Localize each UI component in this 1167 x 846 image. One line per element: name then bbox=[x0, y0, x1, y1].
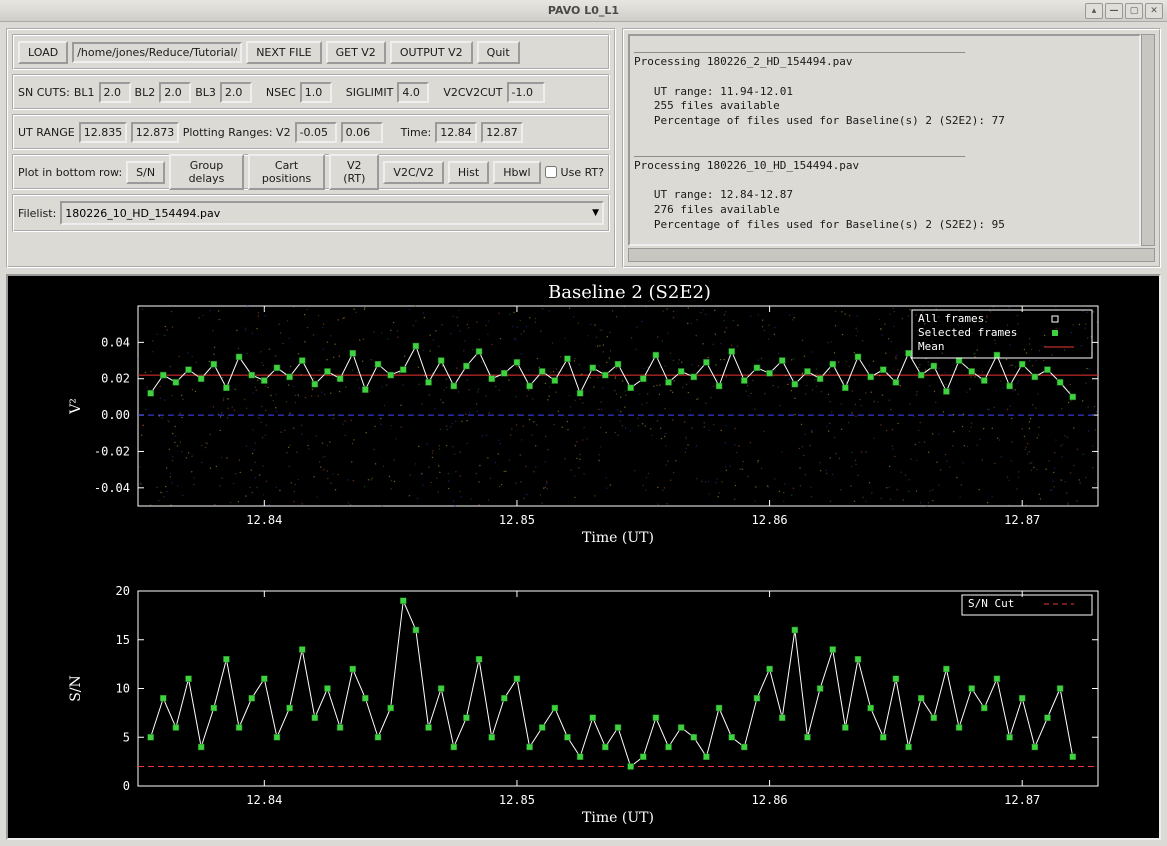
titlebar: PAVO L0_L1 ▴ — ▢ ✕ bbox=[0, 0, 1167, 22]
path-input[interactable] bbox=[72, 42, 242, 63]
svg-text:Time (UT): Time (UT) bbox=[582, 530, 654, 546]
svg-text:0: 0 bbox=[123, 779, 130, 793]
bl3-input[interactable] bbox=[220, 82, 252, 103]
load-button[interactable]: LOAD bbox=[18, 41, 68, 64]
svg-text:12.87: 12.87 bbox=[1004, 513, 1040, 527]
next-file-button[interactable]: NEXT FILE bbox=[246, 41, 321, 64]
plot-area: Baseline 2 (S2E2) -0.04 -0.02 0.00 0.02 0.04 1… bbox=[6, 274, 1161, 840]
time-label: Time: bbox=[401, 126, 432, 139]
svg-text:Time (UT): Time (UT) bbox=[582, 810, 654, 826]
row-load: LOAD NEXT FILE GET V2 OUTPUT V2 Quit bbox=[12, 34, 610, 70]
svg-text:-0.04: -0.04 bbox=[94, 481, 130, 495]
v2hi-input[interactable] bbox=[341, 122, 383, 143]
use-rt-checkbox[interactable] bbox=[545, 166, 557, 178]
chevron-down-icon[interactable]: ▼ bbox=[592, 208, 599, 218]
siglimit-input[interactable] bbox=[397, 82, 429, 103]
filelist-label: Filelist: bbox=[18, 207, 56, 220]
svg-text:Mean: Mean bbox=[918, 340, 945, 353]
tlo-input[interactable] bbox=[435, 122, 477, 143]
group-delays-button[interactable]: Group delays bbox=[169, 154, 244, 190]
v2cv2-button[interactable]: V2C/V2 bbox=[383, 161, 443, 184]
window-title: PAVO L0_L1 bbox=[548, 4, 619, 17]
cart-positions-button[interactable]: Cart positions bbox=[248, 154, 325, 190]
use-rt-label: Use RT? bbox=[561, 166, 604, 179]
svg-text:12.84: 12.84 bbox=[246, 793, 282, 807]
log-vscrollbar[interactable] bbox=[1141, 34, 1155, 246]
svg-text:-0.02: -0.02 bbox=[94, 444, 130, 458]
svg-text:12.84: 12.84 bbox=[246, 513, 282, 527]
up-icon[interactable]: ▴ bbox=[1085, 3, 1103, 19]
get-v2-button[interactable]: GET V2 bbox=[326, 41, 386, 64]
row-sncuts: SN CUTS: BL1 BL2 BL3 NSEC SIGLIMIT V2CV2… bbox=[12, 74, 610, 110]
ut-lo-input[interactable] bbox=[79, 122, 127, 143]
svg-text:0.04: 0.04 bbox=[101, 335, 130, 349]
svg-text:0.00: 0.00 bbox=[101, 408, 130, 422]
svg-text:12.85: 12.85 bbox=[499, 513, 535, 527]
hist-button[interactable]: Hist bbox=[448, 161, 489, 184]
sn-button[interactable]: S/N bbox=[126, 161, 165, 184]
sncuts-label: SN CUTS: bbox=[18, 86, 70, 99]
v2cv2cut-label: V2CV2CUT bbox=[443, 86, 502, 99]
utrange-label: UT RANGE bbox=[18, 126, 75, 139]
siglimit-label: SIGLIMIT bbox=[346, 86, 394, 99]
nsec-input[interactable] bbox=[300, 82, 332, 103]
v2lo-input[interactable] bbox=[295, 122, 337, 143]
svg-text:S/N: S/N bbox=[68, 675, 84, 702]
v2rt-button[interactable]: V2 (RT) bbox=[329, 154, 379, 190]
close-icon[interactable]: ✕ bbox=[1145, 3, 1163, 19]
log-hscrollbar[interactable] bbox=[628, 248, 1155, 262]
filelist-select[interactable]: 180226_10_HD_154494.pav ▼ bbox=[60, 201, 604, 225]
plot-canvas: Baseline 2 (S2E2) -0.04 -0.02 0.00 0.02 0.04 1… bbox=[8, 276, 1151, 836]
plotrange-label: Plotting Ranges: V2 bbox=[183, 126, 291, 139]
controls-panel: LOAD NEXT FILE GET V2 OUTPUT V2 Quit SN … bbox=[6, 28, 616, 268]
svg-text:5: 5 bbox=[123, 730, 130, 744]
filelist-value: 180226_10_HD_154494.pav bbox=[65, 207, 220, 220]
output-v2-button[interactable]: OUTPUT V2 bbox=[390, 41, 473, 64]
bl2-label: BL2 bbox=[135, 86, 156, 99]
row-utrange: UT RANGE Plotting Ranges: V2 Time: bbox=[12, 114, 610, 150]
row-filelist: Filelist: 180226_10_HD_154494.pav ▼ bbox=[12, 194, 610, 232]
svg-text:15: 15 bbox=[116, 633, 130, 647]
bl2-input[interactable] bbox=[159, 82, 191, 103]
bl1-input[interactable] bbox=[99, 82, 131, 103]
minimize-icon[interactable]: — bbox=[1105, 3, 1123, 19]
maximize-icon[interactable]: ▢ bbox=[1125, 3, 1143, 19]
bl1-label: BL1 bbox=[74, 86, 95, 99]
svg-text:12.86: 12.86 bbox=[752, 793, 788, 807]
svg-text:S/N Cut: S/N Cut bbox=[968, 597, 1014, 610]
svg-text:All frames: All frames bbox=[918, 312, 984, 325]
svg-text:0.02: 0.02 bbox=[101, 372, 130, 386]
hbwl-button[interactable]: Hbwl bbox=[493, 161, 540, 184]
ut-hi-input[interactable] bbox=[131, 122, 179, 143]
log-panel: ________________________________________… bbox=[622, 28, 1161, 268]
log-text: ________________________________________… bbox=[628, 34, 1141, 246]
row-bottom-plot: Plot in bottom row: S/N Group delays Car… bbox=[12, 154, 610, 190]
svg-text:Selected frames: Selected frames bbox=[918, 326, 1017, 339]
quit-button[interactable]: Quit bbox=[477, 41, 520, 64]
svg-text:10: 10 bbox=[116, 682, 130, 696]
v2cv2cut-input[interactable] bbox=[507, 82, 545, 103]
thi-input[interactable] bbox=[481, 122, 523, 143]
svg-text:V²: V² bbox=[68, 398, 84, 415]
nsec-label: NSEC bbox=[266, 86, 296, 99]
bottomrow-label: Plot in bottom row: bbox=[18, 166, 122, 179]
bl3-label: BL3 bbox=[195, 86, 216, 99]
svg-text:20: 20 bbox=[116, 584, 130, 598]
svg-text:12.86: 12.86 bbox=[752, 513, 788, 527]
svg-text:Baseline 2 (S2E2): Baseline 2 (S2E2) bbox=[548, 282, 711, 303]
svg-text:12.87: 12.87 bbox=[1004, 793, 1040, 807]
svg-text:12.85: 12.85 bbox=[499, 793, 535, 807]
